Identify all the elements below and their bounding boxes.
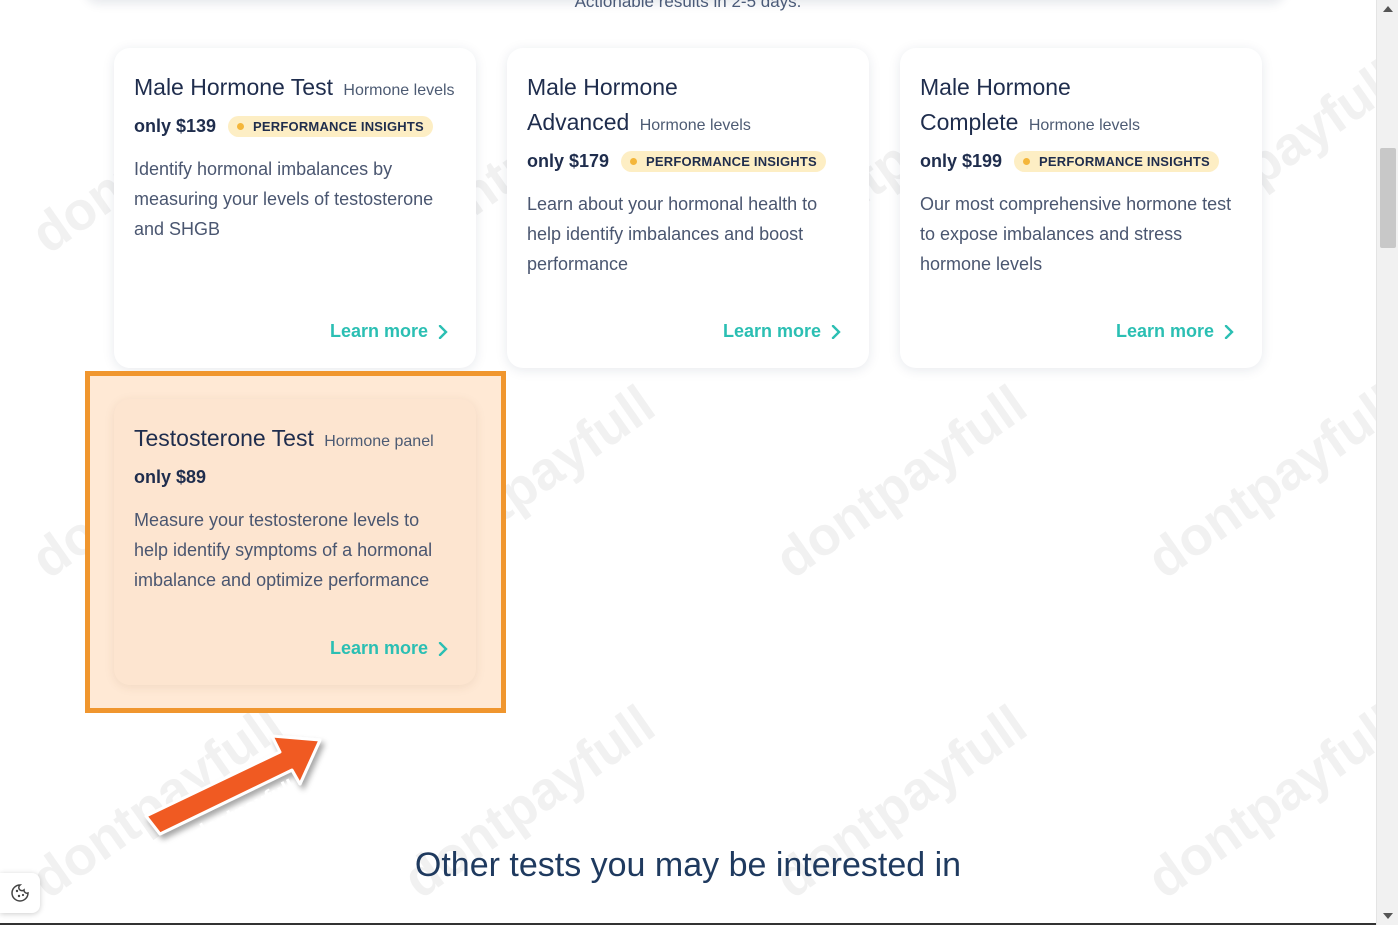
badge-dot-icon	[1023, 157, 1031, 165]
card-subtitle: Hormone levels	[639, 117, 751, 134]
results-tagline: Actionable results in 2-5 days.	[574, 0, 802, 11]
product-card-male-hormone-test[interactable]: Male Hormone Test Hormone levels only $1…	[114, 48, 476, 368]
badge-label: PERFORMANCE INSIGHTS	[253, 118, 424, 134]
card-title-text: Male Hormone Test	[134, 74, 333, 100]
price-row: only $179 PERFORMANCE INSIGHTS	[527, 149, 849, 173]
cookie-icon	[11, 884, 29, 902]
card-subtitle: Hormone levels	[1028, 117, 1140, 134]
price: only $89	[134, 466, 207, 487]
card-title: Male Hormone Test Hormone levels	[134, 70, 456, 108]
card-subtitle: Hormone levels	[343, 82, 455, 99]
learn-more-link[interactable]: Learn more	[330, 321, 448, 342]
watermark: dontpayfull	[764, 373, 1038, 590]
product-card-male-hormone-advanced[interactable]: Male Hormone Advanced Hormone levels onl…	[507, 48, 869, 368]
badge-dot-icon	[237, 122, 245, 130]
badge-label: PERFORMANCE INSIGHTS	[646, 153, 817, 169]
card-description: Identify hormonal imbalances by measurin…	[134, 159, 434, 239]
other-tests-heading: Other tests you may be interested in	[414, 846, 962, 884]
watermark: dontpayfull	[1136, 373, 1398, 590]
performance-badge: PERFORMANCE INSIGHTS	[1014, 150, 1219, 172]
learn-more-label: Learn more	[722, 321, 821, 341]
product-card-testosterone-test[interactable]: Testosterone Test Hormone panel only $89…	[114, 399, 476, 685]
price-row: only $199 PERFORMANCE INSIGHTS	[920, 149, 1242, 173]
dontpayfull-arrow-logo: dontpayfull	[144, 734, 322, 843]
card-description: Learn about your hormonal health to help…	[527, 194, 818, 274]
card-description: Measure your testosterone levels to help…	[134, 510, 433, 590]
price: only $179	[527, 150, 610, 171]
scroll-up-icon[interactable]	[1382, 4, 1394, 14]
card-title: Testosterone Test Hormone panel	[134, 421, 456, 459]
chevron-right-icon	[831, 324, 841, 339]
card-title: Male Hormone Complete Hormone levels	[920, 70, 1160, 143]
price-row: only $89	[134, 465, 456, 489]
learn-more-label: Learn more	[1115, 321, 1214, 341]
price-row: only $139 PERFORMANCE INSIGHTS	[134, 114, 456, 138]
learn-more-link[interactable]: Learn more	[723, 321, 841, 342]
learn-more-label: Learn more	[329, 321, 428, 341]
scrollbar[interactable]	[1376, 0, 1398, 925]
badge-dot-icon	[630, 157, 638, 165]
chevron-right-icon	[438, 641, 448, 656]
price: only $139	[134, 115, 217, 136]
card-description: Our most comprehensive hormone test to e…	[920, 194, 1232, 274]
learn-more-link[interactable]: Learn more	[1116, 321, 1234, 342]
performance-badge: PERFORMANCE INSIGHTS	[228, 115, 433, 137]
cookie-settings-button[interactable]	[0, 873, 40, 913]
performance-badge: PERFORMANCE INSIGHTS	[621, 150, 826, 172]
learn-more-link[interactable]: Learn more	[330, 638, 448, 659]
card-subtitle: Hormone panel	[324, 433, 434, 450]
chevron-right-icon	[1224, 324, 1234, 339]
product-card-male-hormone-complete[interactable]: Male Hormone Complete Hormone levels onl…	[900, 48, 1262, 368]
card-title: Male Hormone Advanced Hormone levels	[527, 70, 767, 143]
card-title-text: Testosterone Test	[134, 425, 314, 451]
badge-label: PERFORMANCE INSIGHTS	[1039, 153, 1210, 169]
scroll-down-icon[interactable]	[1382, 911, 1394, 921]
chevron-right-icon	[438, 324, 448, 339]
learn-more-label: Learn more	[329, 638, 428, 658]
scrollbar-thumb[interactable]	[1380, 148, 1396, 248]
price: only $199	[920, 150, 1003, 171]
